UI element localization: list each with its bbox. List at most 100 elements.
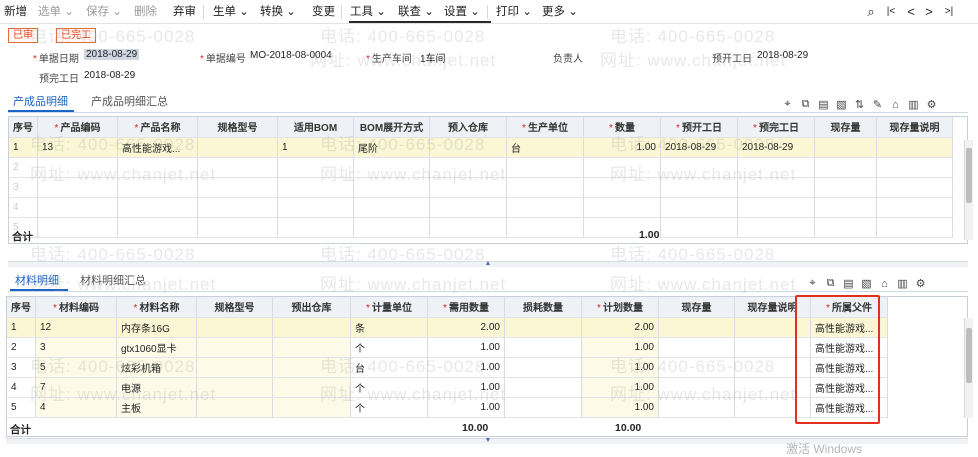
toolbar-delete-button[interactable]: 删除 — [134, 4, 157, 20]
material-table-cell[interactable]: 1.00 — [581, 397, 659, 418]
material-table-cell[interactable]: gtx1060显卡 — [116, 337, 197, 358]
grid-settings-icon[interactable]: ⚙ — [925, 98, 938, 111]
product-table-cell[interactable] — [583, 177, 661, 198]
product-table-cell[interactable] — [506, 197, 584, 218]
product-table-cell[interactable] — [277, 177, 354, 198]
copy-row-icon[interactable]: ⧉ — [799, 98, 812, 111]
product-table-cell[interactable] — [277, 217, 354, 238]
delete-row-icon[interactable]: ▧ — [860, 277, 873, 290]
material-col-header[interactable]: 现存量 — [658, 297, 735, 318]
product-table-cell[interactable] — [429, 197, 507, 218]
product-table-cell[interactable] — [37, 157, 118, 178]
material-table-cell[interactable]: 5 — [35, 357, 117, 378]
product-table-cell[interactable] — [37, 197, 118, 218]
product-table-row[interactable]: 4 — [9, 197, 953, 218]
material-table-cell[interactable]: 12 — [35, 317, 117, 338]
doc-no-field[interactable]: MO-2018-08-0004 — [250, 50, 332, 61]
material-table-row[interactable]: 1 12 内存条16G 条 2.00 2.00 高性能游戏... — [7, 317, 888, 338]
product-col-header[interactable]: 规格型号 — [197, 117, 278, 138]
copy-row-icon[interactable]: ⧉ — [824, 277, 837, 290]
material-table-cell[interactable] — [196, 357, 273, 378]
product-table-cell[interactable] — [353, 177, 430, 198]
material-table-cell[interactable]: 1.00 — [427, 397, 505, 418]
toolbar-save-button[interactable]: 保存 ⌄ — [86, 4, 122, 20]
material-table-cell[interactable] — [504, 377, 582, 398]
locate-icon[interactable]: ⌖ — [806, 277, 819, 290]
material-table-cell[interactable]: 2 — [7, 337, 36, 358]
material-scroll-thumb[interactable] — [966, 328, 972, 383]
material-table-cell[interactable] — [658, 337, 735, 358]
product-table-cell[interactable] — [876, 217, 953, 238]
chart-icon[interactable]: ▥ — [907, 98, 920, 111]
grid-settings-icon[interactable]: ⚙ — [914, 277, 927, 290]
material-table-cell[interactable] — [272, 397, 351, 418]
material-table-cell[interactable]: 3 — [35, 337, 117, 358]
product-table-cell[interactable] — [814, 177, 877, 198]
search-icon[interactable]: ⌕ — [864, 3, 878, 21]
product-table-row[interactable]: 1 13 高性能游戏... 1 尾阶台 1.00 2018-08-29 2018-08-29 — [9, 137, 953, 158]
material-col-header[interactable]: * 计划数量 — [581, 297, 659, 318]
toolbar-more-button[interactable]: 更多 ⌄ — [542, 4, 578, 20]
toolbar-generate-button[interactable]: 生单 ⌄ — [213, 4, 249, 20]
material-col-header[interactable]: * 需用数量 — [427, 297, 505, 318]
material-table-cell[interactable] — [196, 377, 273, 398]
material-col-header[interactable]: 预出仓库 — [272, 297, 351, 318]
toolbar-query-button[interactable]: 联查 ⌄ — [398, 4, 434, 20]
product-table-cell[interactable] — [353, 197, 430, 218]
material-table-row[interactable]: 2 3 gtx1060显卡个 1.00 1.00 高性能游戏... — [7, 337, 888, 358]
product-col-header[interactable]: * 产品名称 — [117, 117, 198, 138]
product-table-cell[interactable] — [37, 177, 118, 198]
product-table-row[interactable]: 2 — [9, 157, 953, 178]
product-table-cell[interactable] — [197, 217, 278, 238]
product-col-header[interactable]: 现存量说明 — [876, 117, 953, 138]
doc-date-field[interactable]: 2018-08-29 — [84, 49, 140, 60]
product-table-cell[interactable] — [814, 157, 877, 178]
tab-product-summary[interactable]: 产成品明细汇总 — [91, 93, 168, 109]
material-table-cell[interactable]: 3 — [7, 357, 36, 378]
delete-row-icon[interactable]: ▧ — [835, 98, 848, 111]
product-table-cell[interactable] — [429, 177, 507, 198]
product-table-cell[interactable]: 2018-08-29 — [737, 137, 815, 158]
product-table-cell[interactable]: 1 — [277, 137, 354, 158]
last-record-icon[interactable]: >| — [942, 3, 956, 21]
material-table-cell[interactable]: 1.00 — [427, 377, 505, 398]
product-scroll-thumb[interactable] — [966, 148, 972, 203]
material-table-cell[interactable]: 条 — [350, 317, 428, 338]
sort-icon[interactable]: ⇅ — [853, 98, 866, 111]
product-table-row[interactable]: 3 — [9, 177, 953, 198]
product-col-header[interactable]: * 预完工日 — [737, 117, 815, 138]
product-table-cell[interactable] — [876, 177, 953, 198]
material-table-cell[interactable]: 4 — [7, 377, 36, 398]
material-col-header[interactable]: * 计量单位 — [350, 297, 428, 318]
product-table-cell[interactable]: 2018-08-29 — [660, 137, 738, 158]
first-record-icon[interactable]: |< — [884, 3, 898, 21]
toolbar-convert-button[interactable]: 转换 ⌄ — [260, 4, 296, 20]
material-table-cell[interactable]: 4 — [35, 397, 117, 418]
product-col-header[interactable]: 适用BOM — [277, 117, 354, 138]
product-table-cell[interactable] — [660, 217, 738, 238]
product-table-cell[interactable] — [197, 177, 278, 198]
product-table-cell[interactable]: 台 — [506, 137, 584, 158]
product-table-cell[interactable] — [737, 217, 815, 238]
product-table-cell[interactable]: 4 — [9, 197, 38, 218]
product-col-header[interactable]: * 产品编码 — [37, 117, 118, 138]
product-table-cell[interactable]: 高性能游戏... — [117, 137, 198, 158]
paste-row-icon[interactable]: ▤ — [842, 277, 855, 290]
material-table-cell[interactable]: 主板 — [116, 397, 197, 418]
product-table-cell[interactable]: 13 — [37, 137, 118, 158]
product-table-cell[interactable] — [583, 157, 661, 178]
material-table-cell[interactable] — [658, 357, 735, 378]
material-table-cell[interactable] — [272, 337, 351, 358]
edit-icon[interactable]: ✎ — [871, 98, 884, 111]
product-table-cell[interactable] — [429, 217, 507, 238]
product-table-cell[interactable]: 1.00 — [583, 137, 661, 158]
material-table-cell[interactable]: 1.00 — [427, 337, 505, 358]
product-table-cell[interactable] — [660, 177, 738, 198]
product-table-cell[interactable] — [737, 157, 815, 178]
material-table-row[interactable]: 3 5 炫彩机箱台 1.00 1.00 高性能游戏... — [7, 357, 888, 378]
prev-record-icon[interactable]: < — [904, 3, 918, 21]
material-scrollbar[interactable] — [964, 318, 973, 418]
material-table-cell[interactable] — [504, 337, 582, 358]
product-table-cell[interactable] — [737, 177, 815, 198]
product-table-cell[interactable] — [429, 137, 507, 158]
